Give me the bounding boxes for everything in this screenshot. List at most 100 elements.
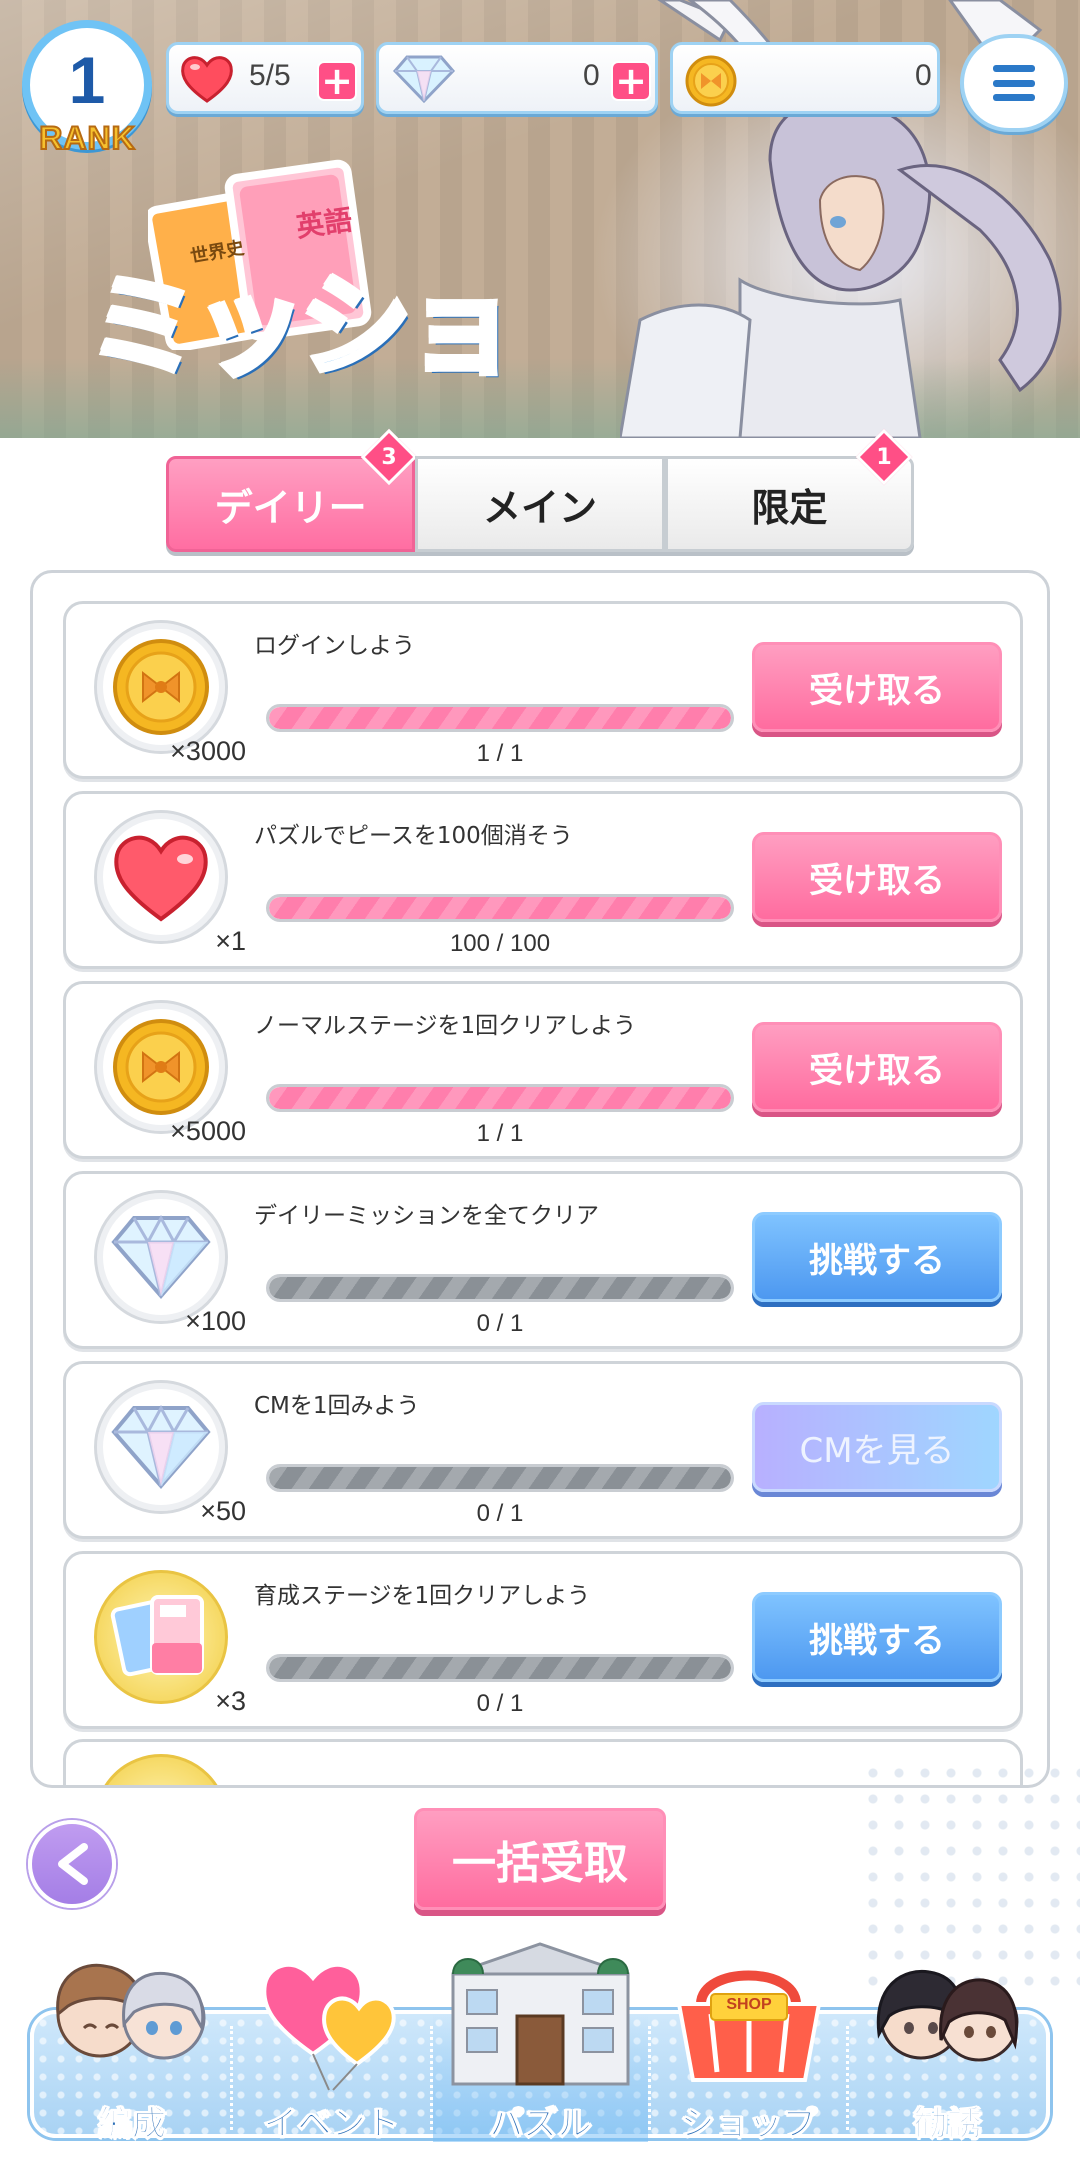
progress-bar xyxy=(266,1464,734,1492)
diamond-icon xyxy=(389,53,459,109)
progress-bar xyxy=(266,894,734,922)
menu-button[interactable] xyxy=(960,34,1068,132)
heart-balloons-icon xyxy=(262,1962,396,2091)
shop-basket-icon xyxy=(676,1970,822,2082)
nav-item-shop[interactable]: SHOP ショップ xyxy=(651,1970,846,2145)
gem-counter: 0 + xyxy=(376,42,658,114)
stamina-counter: 5/5 + xyxy=(166,42,364,114)
shop-sign-text: SHOP xyxy=(726,1996,772,2013)
reward-quantity: ×1 xyxy=(215,926,246,956)
claim-button[interactable]: 受け取る xyxy=(752,642,1002,732)
progress-text: 1 / 1 xyxy=(476,740,524,767)
reward-icon-frame xyxy=(94,1570,228,1704)
watch-cm-button[interactable]: CMを見る xyxy=(752,1402,1002,1492)
tab-main[interactable]: メイン xyxy=(415,456,665,552)
claim-button[interactable]: 受け取る xyxy=(752,1022,1002,1112)
claim-button[interactable]: 受け取る xyxy=(752,832,1002,922)
gem-value: 0 xyxy=(583,59,600,92)
mission-item: ×1 パズルでピースを100個消そう 100 / 100 受け取る xyxy=(63,791,1023,969)
reward-icon-frame xyxy=(94,810,228,944)
recruit-characters-icon xyxy=(876,1969,1019,2062)
reward-quantity: ×100 xyxy=(185,1306,246,1336)
nav-label-event: イベント xyxy=(263,2104,400,2145)
mission-title: ログインしよう xyxy=(254,633,415,659)
progress-fill xyxy=(269,897,731,919)
mission-item: ×3 育成ステージを1回クリアしよう 0 / 1 挑戦する xyxy=(63,1551,1023,1729)
heart-icon xyxy=(179,53,235,109)
mission-item: ×5000 ノーマルステージを1回クリアしよう 1 / 1 受け取る xyxy=(63,981,1023,1159)
bottom-nav: 編成 イベント パズル SHOP ショップ 勧誘 xyxy=(30,1942,1050,2145)
tab-daily-badge-count: 3 xyxy=(381,444,397,470)
coin-icon xyxy=(113,639,209,735)
progress-fill xyxy=(269,1277,731,1299)
tab-main-label: メイン xyxy=(482,485,597,530)
progress-bar xyxy=(266,704,734,732)
hamburger-icon xyxy=(993,65,1035,101)
tab-daily-label: デイリー xyxy=(214,485,367,530)
reward-quantity: ×3 xyxy=(215,1686,246,1716)
reward-icon-frame xyxy=(94,1380,228,1514)
nav-label-recruit: 勧誘 xyxy=(913,2104,982,2145)
progress-fill xyxy=(269,1657,731,1679)
progress-bar xyxy=(266,1654,734,1682)
stamina-value: 5/5 xyxy=(249,59,291,92)
reward-icon-frame xyxy=(94,1754,228,1785)
nav-item-puzzle[interactable]: パズル xyxy=(433,1942,648,2145)
mission-list[interactable]: ×3000 ログインしよう 1 / 1 受け取る ×1 パズルでピースを100個… xyxy=(30,570,1050,1788)
reward-icon-frame xyxy=(94,1190,228,1324)
progress-fill xyxy=(269,1467,731,1489)
challenge-button[interactable]: 挑戦する xyxy=(752,1592,1002,1682)
reward-icon-frame xyxy=(94,620,228,754)
characters-icon xyxy=(56,1963,206,2060)
tab-limited-label: 限定 xyxy=(751,485,828,530)
progress-text: 0 / 1 xyxy=(476,1690,524,1717)
player-rank[interactable]: 1 RANK xyxy=(22,20,152,160)
challenge-button[interactable]: 挑戦する xyxy=(752,1212,1002,1302)
mission-title: ノーマルステージを1回クリアしよう xyxy=(254,1013,637,1039)
mission-tabs: デイリー 3 メイン 限定 1 xyxy=(166,428,914,552)
progress-fill xyxy=(269,707,731,729)
mission-title: CMを1回みよう xyxy=(254,1393,420,1419)
progress-text: 100 / 100 xyxy=(449,930,551,957)
add-stamina-button[interactable]: + xyxy=(317,61,357,101)
nav-label-puzzle: パズル xyxy=(489,2104,592,2145)
mission-title-logo: 英語 世界史 ミッション xyxy=(78,150,528,438)
progress-text: 1 / 1 xyxy=(476,1120,524,1147)
diamond-icon xyxy=(111,1214,211,1300)
progress-text: 0 / 1 xyxy=(476,1500,524,1527)
nav-label-shop: ショップ xyxy=(680,2104,817,2145)
coin-icon xyxy=(113,1019,209,1115)
rank-number: 1 xyxy=(68,43,106,117)
progress-bar xyxy=(266,1274,734,1302)
reward-quantity: ×50 xyxy=(200,1496,246,1526)
mission-title: デイリーミッションを全てクリア xyxy=(254,1203,599,1229)
mission-title: パズルでピースを100個消そう xyxy=(254,823,573,849)
progress-text: 0 / 1 xyxy=(476,1310,524,1337)
mission-title: 育成ステージを1回クリアしよう xyxy=(254,1583,591,1609)
reward-quantity: ×3000 xyxy=(170,736,246,766)
bulk-claim-button[interactable]: 一括受取 xyxy=(414,1808,666,1910)
tab-limited-badge-count: 1 xyxy=(876,444,892,470)
back-button[interactable] xyxy=(28,1820,116,1908)
mission-item: ×100 デイリーミッションを全てクリア 0 / 1 挑戦する xyxy=(63,1171,1023,1349)
heart-icon xyxy=(114,835,208,922)
progress-fill xyxy=(269,1087,731,1109)
page-title: ミッション xyxy=(85,259,521,438)
diamond-icon xyxy=(111,1404,211,1490)
reward-icon-frame xyxy=(94,1000,228,1134)
nav-label-formation: 編成 xyxy=(98,2104,167,2145)
tab-daily[interactable]: デイリー 3 xyxy=(166,428,418,552)
nav-item-event[interactable]: イベント xyxy=(233,1962,430,2145)
mission-item: ×50 CMを1回みよう 0 / 1 CMを見る xyxy=(63,1361,1023,1539)
rank-label: RANK xyxy=(38,119,136,157)
tab-limited[interactable]: 限定 1 xyxy=(664,428,914,552)
book-ticket-icon xyxy=(110,1595,204,1677)
nav-item-formation[interactable]: 編成 xyxy=(34,1963,230,2145)
add-gems-button[interactable]: + xyxy=(611,61,651,101)
mission-item: ×3000 ログインしよう 1 / 1 受け取る xyxy=(63,601,1023,779)
nav-item-recruit[interactable]: 勧誘 xyxy=(849,1969,1046,2145)
reward-quantity: ×5000 xyxy=(170,1116,246,1146)
coin-value: 0 xyxy=(915,59,932,92)
coin-counter: 0 xyxy=(670,42,940,114)
progress-bar xyxy=(266,1084,734,1112)
